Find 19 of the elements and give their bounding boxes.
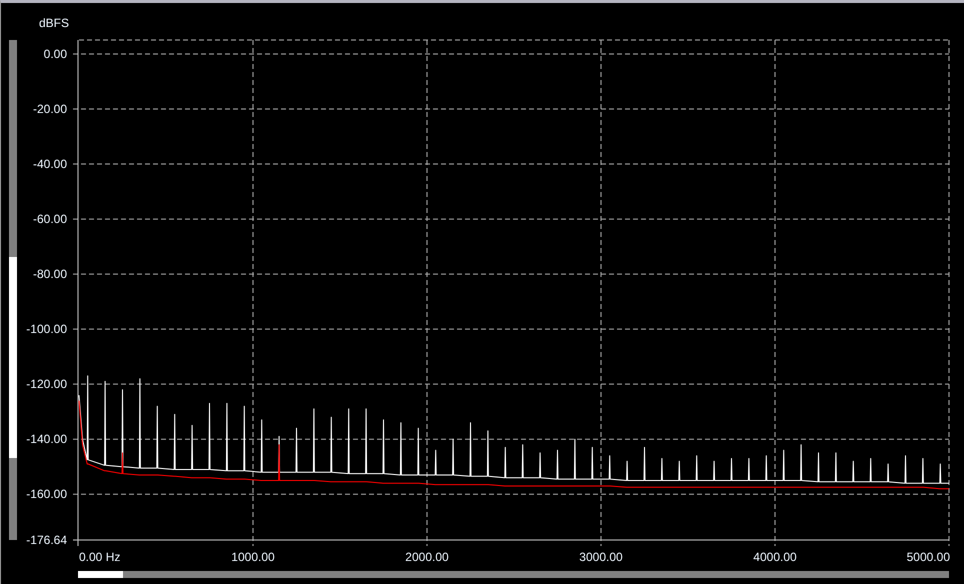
y-axis-title: dBFS bbox=[39, 16, 70, 30]
y-tick-label: 0.00 bbox=[44, 47, 67, 61]
x-tick-label: 5000.00 bbox=[906, 550, 950, 564]
y-tick-label: -40.00 bbox=[32, 157, 67, 172]
y-tick-label: -100.00 bbox=[26, 322, 67, 336]
x-tick-label: 3000.00 bbox=[579, 550, 623, 564]
x-tick-label: 0.00 Hz bbox=[79, 550, 120, 564]
x-tick-label: 1000.00 bbox=[231, 550, 275, 564]
y-tick-label: -60.00 bbox=[32, 212, 67, 226]
y-tick-label: -176.64 bbox=[26, 533, 67, 547]
y-tick-label: -160.00 bbox=[26, 487, 67, 502]
y-tick-label: -120.00 bbox=[26, 377, 67, 392]
x-tick-label: 2000.00 bbox=[405, 550, 449, 564]
y-tick-label: -20.00 bbox=[32, 102, 67, 116]
x-tick-label: 4000.00 bbox=[753, 550, 797, 564]
horizontal-scrollbar[interactable] bbox=[78, 571, 949, 578]
y-tick-label: -80.00 bbox=[32, 267, 67, 282]
y-tick-label: -140.00 bbox=[26, 432, 67, 446]
vertical-scrollbar[interactable] bbox=[9, 40, 17, 540]
